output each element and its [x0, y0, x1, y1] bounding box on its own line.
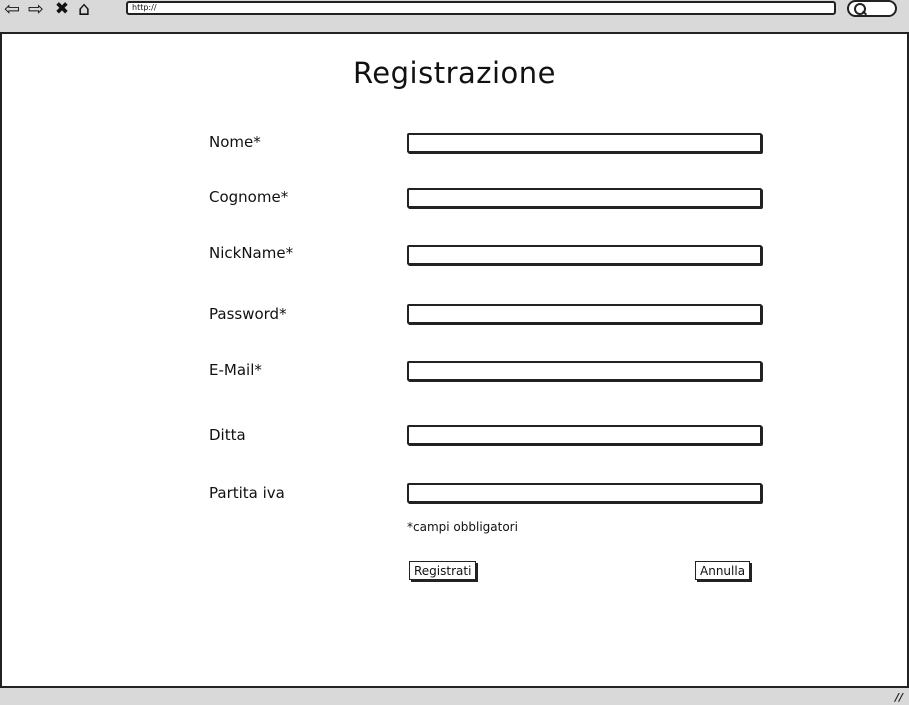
- cognome-input[interactable]: [407, 188, 762, 208]
- search-icon: [854, 3, 866, 15]
- label-partita-iva: Partita iva: [209, 484, 285, 502]
- label-nickname: NickName*: [209, 244, 294, 262]
- label-nome: Nome*: [209, 133, 261, 151]
- url-bar[interactable]: http://: [126, 1, 836, 15]
- nickname-input[interactable]: [407, 245, 762, 265]
- ditta-input[interactable]: [407, 425, 762, 445]
- browser-toolbar: ⇦ ⇨ ✖ ⌂ http://: [0, 0, 909, 34]
- required-fields-note: *campi obbligatori: [407, 520, 518, 534]
- forward-arrow-icon[interactable]: ⇨: [26, 0, 46, 19]
- label-cognome: Cognome*: [209, 188, 289, 206]
- browser-search-field[interactable]: [847, 0, 897, 17]
- stop-icon[interactable]: ✖: [52, 0, 72, 18]
- home-icon[interactable]: ⌂: [74, 0, 94, 19]
- page-title: Registrazione: [352, 56, 557, 90]
- nome-input[interactable]: [407, 133, 762, 153]
- browser-window: [0, 0, 909, 705]
- cancel-button[interactable]: Annulla: [695, 561, 751, 580]
- status-bar: //: [0, 686, 909, 705]
- label-ditta: Ditta: [209, 426, 246, 444]
- password-input[interactable]: [407, 304, 762, 324]
- back-arrow-icon[interactable]: ⇦: [2, 0, 22, 19]
- partita-iva-input[interactable]: [407, 483, 762, 503]
- email-input[interactable]: [407, 361, 762, 381]
- resize-grip-icon[interactable]: //: [895, 691, 903, 704]
- label-password: Password*: [209, 305, 287, 323]
- register-button[interactable]: Registrati: [409, 561, 477, 580]
- label-email: E-Mail*: [209, 361, 262, 379]
